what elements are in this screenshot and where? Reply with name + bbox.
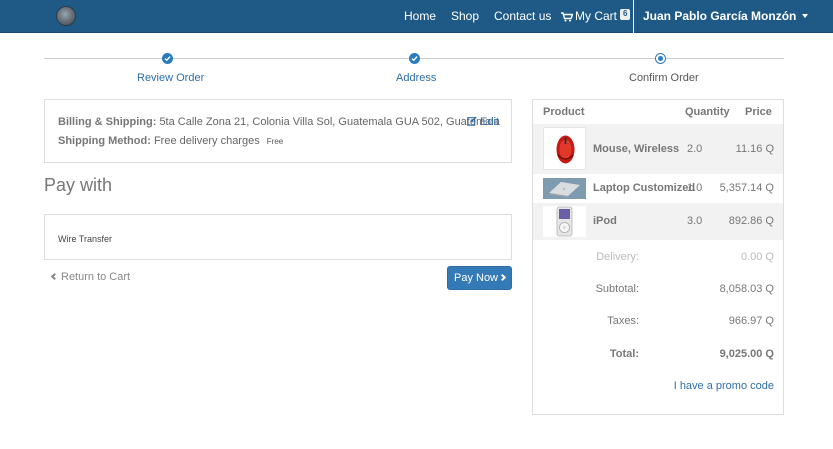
cart-label: My Cart xyxy=(575,9,617,23)
edit-icon xyxy=(467,116,477,126)
nav-shop-link[interactable]: Shop xyxy=(451,0,479,33)
col-header-price: Price xyxy=(745,106,772,118)
order-item-row: Mouse, Wireless 2.0 11.16 Q xyxy=(533,124,783,174)
product-name: Mouse, Wireless xyxy=(593,143,680,155)
navbar: Home Shop Contact us My Cart 6 Juan Pablo… xyxy=(0,0,833,33)
product-image-laptop xyxy=(543,178,586,199)
billing-shipping-panel: Billing & Shipping: 5ta Calle Zona 21, C… xyxy=(44,99,512,163)
product-price: 892.86 Q xyxy=(728,215,774,227)
order-item-row: iPod 3.0 892.86 Q xyxy=(533,203,783,240)
pay-now-label: Pay Now xyxy=(453,272,499,284)
billing-address-line: Billing & Shipping: 5ta Calle Zona 21, C… xyxy=(58,116,500,128)
shipping-method-line: Shipping Method: Free delivery charges F… xyxy=(58,135,283,147)
cart-icon xyxy=(561,12,573,22)
product-name: Laptop Customized xyxy=(593,182,696,194)
step-confirm-order: Confirm Order xyxy=(629,72,699,84)
product-image-ipod xyxy=(543,206,586,237)
product-quantity: 1.0 xyxy=(687,182,703,194)
user-menu-dropdown[interactable]: Juan Pablo García Monzón xyxy=(643,0,809,33)
payment-option-wire-transfer[interactable]: Wire Transfer xyxy=(58,234,112,244)
step-current-icon-confirm xyxy=(655,53,666,64)
product-name: iPod xyxy=(593,215,617,227)
delivery-label: Delivery: xyxy=(596,251,639,263)
return-label: Return to Cart xyxy=(61,271,131,283)
chevron-right-icon xyxy=(498,273,507,282)
pay-now-button[interactable]: Pay Now xyxy=(447,266,512,290)
col-header-product: Product xyxy=(543,106,585,118)
total-value: 9,025.00 Q xyxy=(719,348,774,360)
product-price: 11.16 Q xyxy=(735,143,774,155)
pay-with-heading: Pay with xyxy=(44,175,113,195)
shipping-method-value: Free delivery charges xyxy=(153,135,260,147)
taxes-value: 966.97 Q xyxy=(728,315,774,327)
step-review-order[interactable]: Review Order xyxy=(137,72,204,84)
shipping-price: Free xyxy=(266,137,284,146)
billing-label: Billing & Shipping: xyxy=(58,116,157,128)
product-price: 5,357.14 Q xyxy=(719,182,774,194)
total-label: Total: xyxy=(609,348,639,360)
product-quantity: 3.0 xyxy=(687,215,703,227)
nav-divider xyxy=(633,0,634,33)
product-quantity: 2.0 xyxy=(687,143,703,155)
delivery-value: 0.00 Q xyxy=(740,251,774,263)
nav-cart-link[interactable]: My Cart 6 xyxy=(561,0,631,33)
billing-address: 5ta Calle Zona 21, Colonia Villa Sol, Gu… xyxy=(159,116,500,128)
caret-down-icon xyxy=(802,14,809,18)
nav-home-link[interactable]: Home xyxy=(404,0,436,33)
chevron-left-icon xyxy=(50,272,59,281)
product-image-mouse xyxy=(543,127,586,170)
edit-address-link[interactable]: Edit xyxy=(467,116,499,128)
payment-methods-panel: Wire Transfer xyxy=(44,214,512,260)
taxes-label: Taxes: xyxy=(607,315,639,327)
cart-count-badge: 6 xyxy=(620,9,631,20)
promo-code-link[interactable]: I have a promo code xyxy=(674,380,774,392)
step-check-icon-address xyxy=(409,53,420,64)
nav-contact-link[interactable]: Contact us xyxy=(494,0,551,33)
logo-icon[interactable] xyxy=(56,6,76,26)
subtotal-value: 8,058.03 Q xyxy=(719,283,774,295)
shipping-method-label: Shipping Method: xyxy=(58,135,151,147)
order-summary-panel: Product Quantity Price Mouse, Wireless 2… xyxy=(532,99,784,415)
step-check-icon-review xyxy=(162,53,173,64)
order-item-row: Laptop Customized 1.0 5,357.14 Q xyxy=(533,174,783,203)
user-name: Juan Pablo García Monzón xyxy=(643,9,797,23)
return-to-cart-link[interactable]: Return to Cart xyxy=(50,271,131,283)
col-header-quantity: Quantity xyxy=(685,106,730,118)
step-address[interactable]: Address xyxy=(396,72,436,84)
subtotal-label: Subtotal: xyxy=(595,283,639,295)
edit-label: Edit xyxy=(480,116,499,128)
